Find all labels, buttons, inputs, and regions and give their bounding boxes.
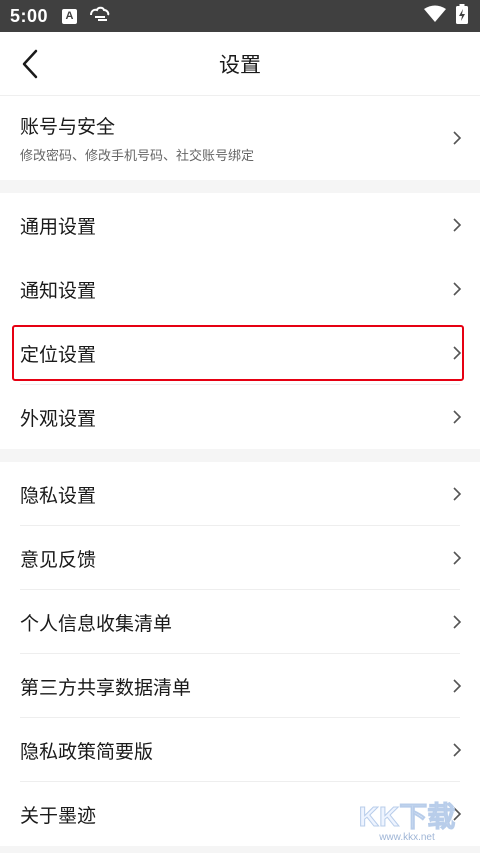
settings-item-label: 隐私设置 (20, 484, 97, 507)
chevron-right-icon (453, 282, 462, 296)
chevron-right-icon (453, 131, 462, 145)
settings-item-general[interactable]: 通用设置 (0, 193, 480, 257)
wifi-icon (424, 5, 446, 28)
page-title: 设置 (219, 52, 261, 77)
settings-item-label: 隐私政策简要版 (20, 740, 154, 763)
status-bar: 5:00 A (0, 0, 480, 32)
chevron-right-icon (453, 743, 462, 757)
cloud-sync-icon (89, 6, 111, 27)
settings-group-account: 账号与安全 修改密码、修改手机号码、社交账号绑定 (0, 96, 480, 180)
a-notification-icon: A (62, 8, 78, 24)
settings-item-feedback[interactable]: 意见反馈 (0, 526, 480, 590)
settings-item-notification[interactable]: 通知设置 (0, 257, 480, 321)
settings-item-label: 通知设置 (20, 279, 97, 302)
settings-item-label: 通用设置 (20, 215, 97, 238)
chevron-right-icon (453, 487, 462, 501)
status-time: 5:00 (10, 5, 49, 26)
settings-group-general: 通用设置 通知设置 定位设置 外观设置 (0, 193, 480, 449)
chevron-right-icon (453, 346, 462, 360)
settings-item-label: 第三方共享数据清单 (20, 676, 192, 699)
section-gap (0, 180, 480, 193)
settings-item-label: 账号与安全 (20, 116, 116, 138)
chevron-right-icon (453, 410, 462, 424)
settings-item-label: 意见反馈 (20, 548, 97, 571)
settings-item-personal-info-list[interactable]: 个人信息收集清单 (0, 590, 480, 654)
settings-item-privacy-policy-brief[interactable]: 隐私政策简要版 (0, 718, 480, 782)
chevron-right-icon (453, 218, 462, 232)
settings-item-label: 定位设置 (20, 343, 97, 366)
chevron-right-icon (453, 807, 462, 821)
settings-item-about[interactable]: 关于墨迹 (0, 782, 480, 846)
section-gap (0, 449, 480, 462)
chevron-right-icon (453, 551, 462, 565)
settings-item-label: 个人信息收集清单 (20, 612, 173, 635)
battery-charging-icon (456, 3, 468, 29)
settings-item-third-party-data-list[interactable]: 第三方共享数据清单 (0, 654, 480, 718)
chevron-right-icon (453, 615, 462, 629)
settings-item-privacy[interactable]: 隐私设置 (0, 462, 480, 526)
chevron-left-icon (22, 49, 38, 79)
settings-item-label: 关于墨迹 (20, 804, 97, 827)
settings-item-account-security[interactable]: 账号与安全 修改密码、修改手机号码、社交账号绑定 (0, 96, 480, 180)
settings-item-label: 外观设置 (20, 407, 97, 430)
status-notifications: A (62, 6, 111, 27)
settings-item-appearance[interactable]: 外观设置 (0, 385, 480, 449)
settings-item-location[interactable]: 定位设置 (0, 321, 480, 385)
nav-bar: 设置 (0, 32, 480, 96)
chevron-right-icon (453, 679, 462, 693)
settings-group-privacy: 隐私设置 意见反馈 个人信息收集清单 第三方共享数据清单 隐私政策简要版 关于墨… (0, 462, 480, 846)
status-system-icons (424, 3, 468, 29)
back-button[interactable] (14, 48, 46, 80)
settings-item-sublabel: 修改密码、修改手机号码、社交账号绑定 (20, 149, 255, 164)
